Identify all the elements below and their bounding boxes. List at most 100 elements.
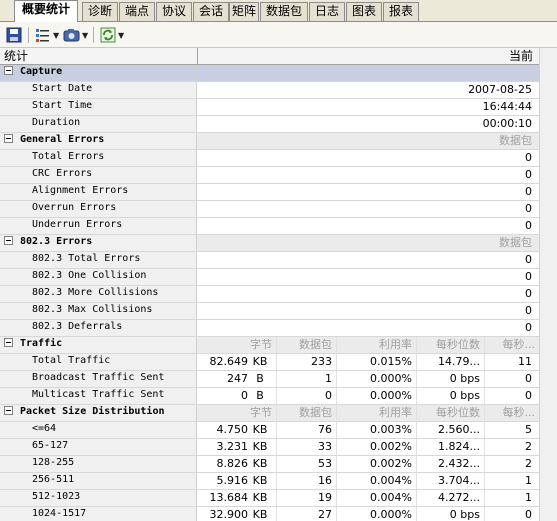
tab-protocols[interactable]: 协议 [156, 2, 192, 21]
row-value: 0 [525, 151, 532, 164]
row-label: 802.3 Deferrals [32, 321, 123, 332]
toolbar-separator [93, 27, 94, 43]
column-current-header[interactable]: 当前 [509, 48, 533, 64]
table-row[interactable]: Underrun Errors 0 [0, 218, 539, 235]
bytes-cell: 0B [197, 388, 277, 404]
table-row[interactable]: Total Traffic 82.649 KB 233 0.015% 14.79... 11 [0, 354, 539, 371]
collapse-icon[interactable] [4, 338, 13, 347]
packets-value: 76 [277, 422, 337, 438]
table-row[interactable]: 802.3 Deferrals 0 [0, 320, 539, 337]
collapse-icon[interactable] [4, 236, 13, 245]
row-label: 802.3 Total Errors [32, 253, 141, 264]
table-row[interactable]: 256-511 5.916 KB 16 0.004% 3.704... 1 [0, 473, 539, 490]
table-row[interactable]: 802.3 One Collision 0 [0, 269, 539, 286]
group-title: Traffic [20, 338, 63, 349]
tab-packets[interactable]: 数据包 [260, 2, 308, 21]
table-row[interactable]: Alignment Errors 0 [0, 184, 539, 201]
packets-value: 233 [277, 354, 337, 370]
column-utilization-label: 利用率 [337, 405, 417, 421]
bps-value: 3.704... [417, 473, 485, 489]
table-row[interactable]: 802.3 More Collisions 0 [0, 286, 539, 303]
bytes-unit: B [256, 372, 264, 385]
row-label: 128-255 [32, 457, 75, 468]
bytes-value: 13.684 [209, 491, 249, 504]
group-capture[interactable]: Capture [0, 65, 539, 82]
table-row[interactable]: Total Errors 0 [0, 150, 539, 167]
bytes-value: 247 [227, 372, 248, 385]
table-row[interactable]: Start Date 2007-08-25 [0, 82, 539, 99]
view-options-button[interactable]: ▼ [35, 26, 59, 44]
table-row[interactable]: <=64 4.750 KB 76 0.003% 2.560... 5 [0, 422, 539, 439]
save-icon [6, 27, 22, 43]
bytes-value: 32.900 [209, 508, 249, 521]
row-value: 0 [525, 321, 532, 334]
bytes-unit: KB [252, 474, 268, 487]
table-row[interactable]: Multicast Traffic Sent 0 B 0 0.000% 0 bps 0 [0, 388, 539, 405]
table-row[interactable]: Duration 00:00:10 [0, 116, 539, 133]
packets-value: 33 [277, 439, 337, 455]
group-general-errors[interactable]: General Errors 数据包 [0, 133, 539, 150]
bps-value: 4.272... [417, 490, 485, 506]
tab-diagnosis[interactable]: 诊断 [82, 2, 118, 21]
utilization-value: 0.015% [337, 354, 417, 370]
table-row[interactable]: 512-1023 13.684 KB 19 0.004% 4.272... 1 [0, 490, 539, 507]
tab-summary-stats[interactable]: 概要统计 [14, 0, 78, 22]
column-packets-label: 数据包 [277, 405, 337, 421]
tab-log[interactable]: 日志 [309, 2, 345, 21]
bps-value: 0 bps [417, 371, 485, 387]
row-label: 512-1023 [32, 491, 81, 502]
bytes-unit: KB [252, 423, 268, 436]
table-row[interactable]: 1024-1517 32.900 KB 27 0.000% 0 bps 0 [0, 507, 539, 521]
group-traffic[interactable]: Traffic 字节 数据包 利用率 每秒位数 每秒... [0, 337, 539, 354]
bytes-value: 5.916 [216, 474, 249, 487]
column-pps-label: 每秒... [502, 338, 536, 351]
group-packet-size-distribution[interactable]: Packet Size Distribution 字节 数据包 利用率 每秒位数… [0, 405, 539, 422]
collapse-icon[interactable] [4, 406, 13, 415]
table-row[interactable]: Overrun Errors 0 [0, 201, 539, 218]
refresh-icon [100, 27, 116, 43]
utilization-value: 0.004% [337, 473, 417, 489]
column-divider[interactable] [197, 48, 198, 64]
tab-endpoints[interactable]: 端点 [119, 2, 155, 21]
table-row[interactable]: 65-127 3.231 KB 33 0.002% 1.824... 2 [0, 439, 539, 456]
tab-matrix[interactable]: 矩阵 [229, 2, 259, 21]
column-stat-header[interactable]: 统计 [4, 48, 28, 64]
table-row[interactable]: 802.3 Total Errors 0 [0, 252, 539, 269]
packets-value: 27 [277, 507, 337, 521]
bytes-cell: 3.231 KB [197, 439, 277, 455]
bytes-value: 8.826 [216, 457, 249, 470]
table-row[interactable]: Broadcast Traffic Sent 247 B 1 0.000% 0 bps 0 [0, 371, 539, 388]
utilization-value: 0.003% [337, 422, 417, 438]
row-value: 2007-08-25 [468, 83, 532, 96]
tab-reports[interactable]: 报表 [383, 2, 419, 21]
refresh-button[interactable]: ▼ [100, 26, 124, 44]
table-row[interactable]: Start Time 16:44:44 [0, 99, 539, 116]
packets-value: 53 [277, 456, 337, 472]
bytes-value: 4.750 [216, 423, 249, 436]
table-row[interactable]: CRC Errors 0 [0, 167, 539, 184]
row-value: 0 [525, 219, 532, 232]
tab-graphs[interactable]: 图表 [346, 2, 382, 21]
row-label: 256-511 [32, 474, 75, 485]
vertical-scrollbar[interactable] [539, 48, 557, 521]
snapshot-button[interactable]: ▼ [63, 26, 88, 44]
utilization-value: 0.000% [337, 507, 417, 521]
statistics-grid: Capture Start Date 2007-08-25 Start Time… [0, 65, 539, 521]
save-button[interactable] [6, 26, 22, 44]
toolbar-separator [28, 27, 29, 43]
tab-bar: 概要统计 诊断 端点 协议 会话 矩阵 数据包 日志 图表 报表 [0, 0, 557, 22]
tab-conversations[interactable]: 会话 [193, 2, 229, 21]
column-utilization-label: 利用率 [337, 337, 417, 353]
table-row[interactable]: 128-255 8.826 KB 53 0.002% 2.432... 2 [0, 456, 539, 473]
table-row[interactable]: 802.3 Max Collisions 0 [0, 303, 539, 320]
packets-value: 16 [277, 473, 337, 489]
row-label: 802.3 One Collision [32, 270, 147, 281]
collapse-icon[interactable] [4, 134, 13, 143]
collapse-icon[interactable] [4, 66, 13, 75]
bytes-cell: 13.684 KB [197, 490, 277, 506]
row-label: Total Traffic [32, 355, 111, 366]
group-8023-errors[interactable]: 802.3 Errors 数据包 [0, 235, 539, 252]
row-label: 802.3 Max Collisions [32, 304, 153, 315]
row-label: Start Time [32, 100, 93, 111]
bytes-cell: 8.826 KB [197, 456, 277, 472]
